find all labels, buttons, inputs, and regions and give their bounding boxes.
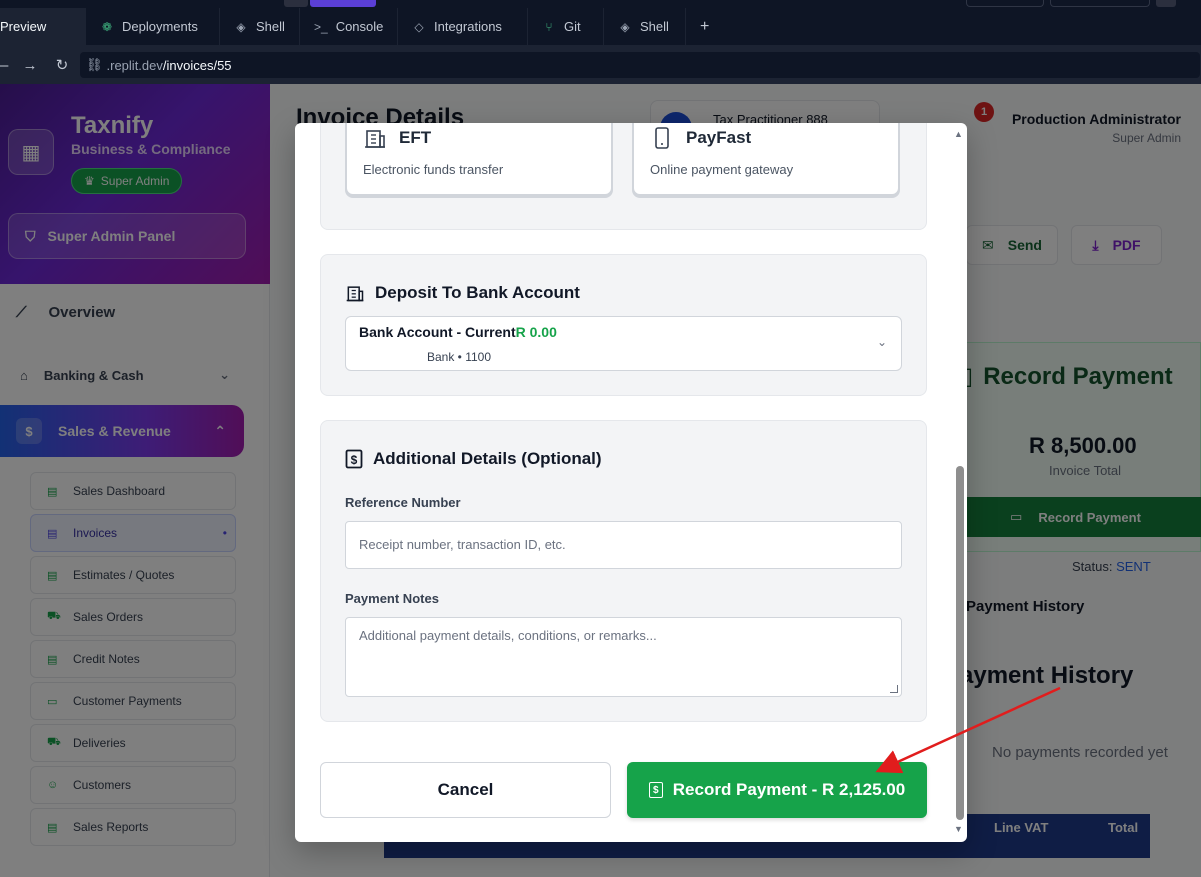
chevron-down-icon: ⌄ <box>876 335 887 349</box>
shell-icon: ◈ <box>236 19 246 34</box>
url-path: /invoices/55 <box>162 57 232 73</box>
notes-placeholder: Additional payment details, conditions, … <box>359 628 657 643</box>
ide-top-control[interactable] <box>284 0 308 7</box>
record-payment-modal: EFT Electronic funds transfer PayFast On… <box>295 123 967 842</box>
url-bar: – → ↻ ⛓ .replit.dev/invoices/55 <box>0 46 1201 84</box>
deployments-icon: ❁ <box>101 19 113 34</box>
payment-method-payfast[interactable]: PayFast Online payment gateway <box>632 123 900 196</box>
deposit-section-title: Deposit To Bank Account <box>345 283 580 303</box>
payment-method-name: PayFast <box>686 128 752 147</box>
tab-label: Integrations <box>434 19 502 34</box>
account-balance: R 0.00 <box>515 324 557 340</box>
modal-scrollbar-thumb[interactable] <box>956 466 964 820</box>
payment-method-section: EFT Electronic funds transfer PayFast On… <box>320 123 927 230</box>
submit-label: Record Payment - R 2,125.00 <box>672 780 906 799</box>
reference-number-input[interactable]: Receipt number, transaction ID, etc. <box>345 521 902 569</box>
bank-account-meta: Bank • 1100 <box>427 350 492 364</box>
link-icon: ⛓ <box>86 57 103 72</box>
payment-notes-textarea[interactable]: Additional payment details, conditions, … <box>345 617 902 697</box>
ide-top-strip <box>0 0 1201 8</box>
scroll-down-arrow-icon[interactable]: ▼ <box>954 824 963 834</box>
receipt-dollar-icon: $ <box>648 782 663 798</box>
tab-label: Deployments <box>122 19 198 34</box>
payment-notes-label: Payment Notes <box>345 591 439 606</box>
payment-method-eft[interactable]: EFT Electronic funds transfer <box>345 123 613 196</box>
account-name-text: Bank Account - Current <box>359 324 516 340</box>
tab-label: Shell <box>256 19 285 34</box>
tab-label: Git <box>564 19 581 34</box>
ide-top-control[interactable] <box>1050 0 1150 7</box>
ide-top-control[interactable] <box>1156 0 1176 7</box>
tab-label: Shell <box>640 19 669 34</box>
integrations-icon: ◇ <box>414 19 424 34</box>
url-host: .replit.dev <box>106 57 163 73</box>
shell-icon: ◈ <box>620 19 630 34</box>
forward-icon[interactable]: → <box>18 57 42 74</box>
tab-integrations[interactable]: ◇ Integrations <box>398 8 528 45</box>
svg-text:$: $ <box>351 453 358 467</box>
tab-console[interactable]: >_ Console <box>300 8 398 45</box>
additional-details-section: $ Additional Details (Optional) Referenc… <box>320 420 927 722</box>
section-title-text: Deposit To Bank Account <box>375 283 580 302</box>
reference-number-label: Reference Number <box>345 495 461 510</box>
tab-deployments[interactable]: ❁ Deployments <box>86 8 220 45</box>
git-icon: ⑂ <box>545 19 553 34</box>
details-section-title: $ Additional Details (Optional) <box>345 449 602 469</box>
ide-run-button[interactable] <box>310 0 376 7</box>
tab-label: Preview <box>0 19 47 34</box>
bank-building-icon <box>365 130 385 148</box>
payment-method-description: Electronic funds transfer <box>363 162 504 177</box>
tab-shell[interactable]: ◈ Shell <box>220 8 300 45</box>
bank-building-icon <box>346 286 364 302</box>
section-title-text: Additional Details (Optional) <box>373 449 602 468</box>
url-input[interactable]: ⛓ .replit.dev/invoices/55 <box>80 52 1200 78</box>
tab-preview[interactable]: Preview <box>0 8 86 45</box>
ide-top-control[interactable] <box>966 0 1044 7</box>
payment-method-description: Online payment gateway <box>650 162 794 177</box>
modal-scroll-area[interactable]: EFT Electronic funds transfer PayFast On… <box>295 123 967 842</box>
ide-tab-bar: Preview ❁ Deployments ◈ Shell >_ Console… <box>0 8 1201 46</box>
back-icon[interactable]: – <box>0 57 8 74</box>
payment-method-name: EFT <box>399 128 432 147</box>
new-tab-button[interactable]: + <box>686 8 723 45</box>
tab-git[interactable]: ⑂ Git <box>528 8 604 45</box>
record-payment-submit-button[interactable]: $ Record Payment - R 2,125.00 <box>627 762 927 818</box>
console-icon: >_ <box>314 19 328 34</box>
receipt-dollar-icon: $ <box>345 449 363 469</box>
tab-label: Console <box>335 19 384 34</box>
cancel-button[interactable]: Cancel <box>320 762 611 818</box>
reload-icon[interactable]: ↻ <box>50 56 74 74</box>
scroll-up-arrow-icon[interactable]: ▲ <box>954 129 963 139</box>
bank-account-name: Bank Account - CurrentR 0.00 <box>359 324 557 340</box>
bank-account-select[interactable]: Bank Account - CurrentR 0.00 Bank • 1100… <box>345 316 902 371</box>
mobile-phone-icon <box>655 127 669 149</box>
resize-handle[interactable] <box>890 685 898 693</box>
deposit-bank-section: Deposit To Bank Account Bank Account - C… <box>320 254 927 396</box>
tab-shell-2[interactable]: ◈ Shell <box>604 8 686 45</box>
